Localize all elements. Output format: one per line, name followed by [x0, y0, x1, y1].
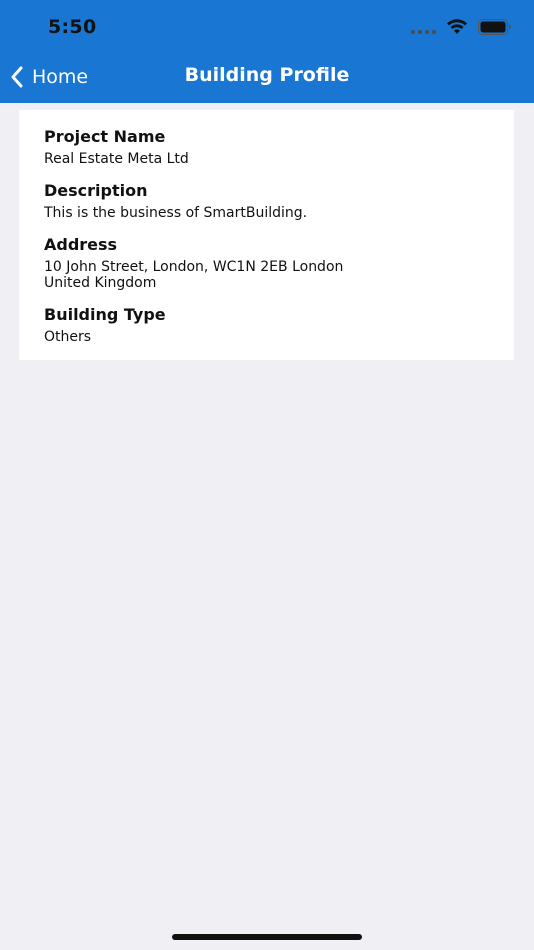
battery-icon — [478, 19, 511, 35]
project-name-value: Real Estate Meta Ltd — [44, 151, 189, 167]
status-icons — [411, 18, 512, 36]
address-line-1: 10 John Street, London, WC1N 2EB London — [44, 259, 344, 275]
building-type-label: Building Type — [44, 305, 166, 324]
description-field: Description This is the business of Smar… — [44, 180, 489, 221]
signal-dots-icon — [411, 30, 436, 34]
description-value: This is the business of SmartBuilding. — [44, 205, 308, 221]
description-label: Description — [44, 181, 148, 200]
status-time: 5:50 — [48, 16, 97, 38]
address-value: 10 John Street, London, WC1N 2EB London … — [44, 259, 489, 291]
building-type-value: Others — [44, 329, 92, 345]
building-type-field: Building Type Others — [44, 304, 489, 345]
navigation-header: 5:50 Home Building Profile — [0, 0, 534, 103]
project-name-field: Project Name Real Estate Meta Ltd — [44, 126, 489, 167]
building-profile-card: Project Name Real Estate Meta Ltd Descri… — [19, 110, 514, 360]
page-title: Building Profile — [184, 64, 350, 86]
address-field: Address 10 John Street, London, WC1N 2EB… — [44, 234, 489, 291]
project-name-label: Project Name — [44, 127, 166, 146]
wifi-icon — [447, 19, 467, 34]
address-label: Address — [44, 235, 118, 254]
address-line-2: United Kingdom — [44, 275, 157, 291]
home-indicator[interactable] — [172, 934, 362, 940]
